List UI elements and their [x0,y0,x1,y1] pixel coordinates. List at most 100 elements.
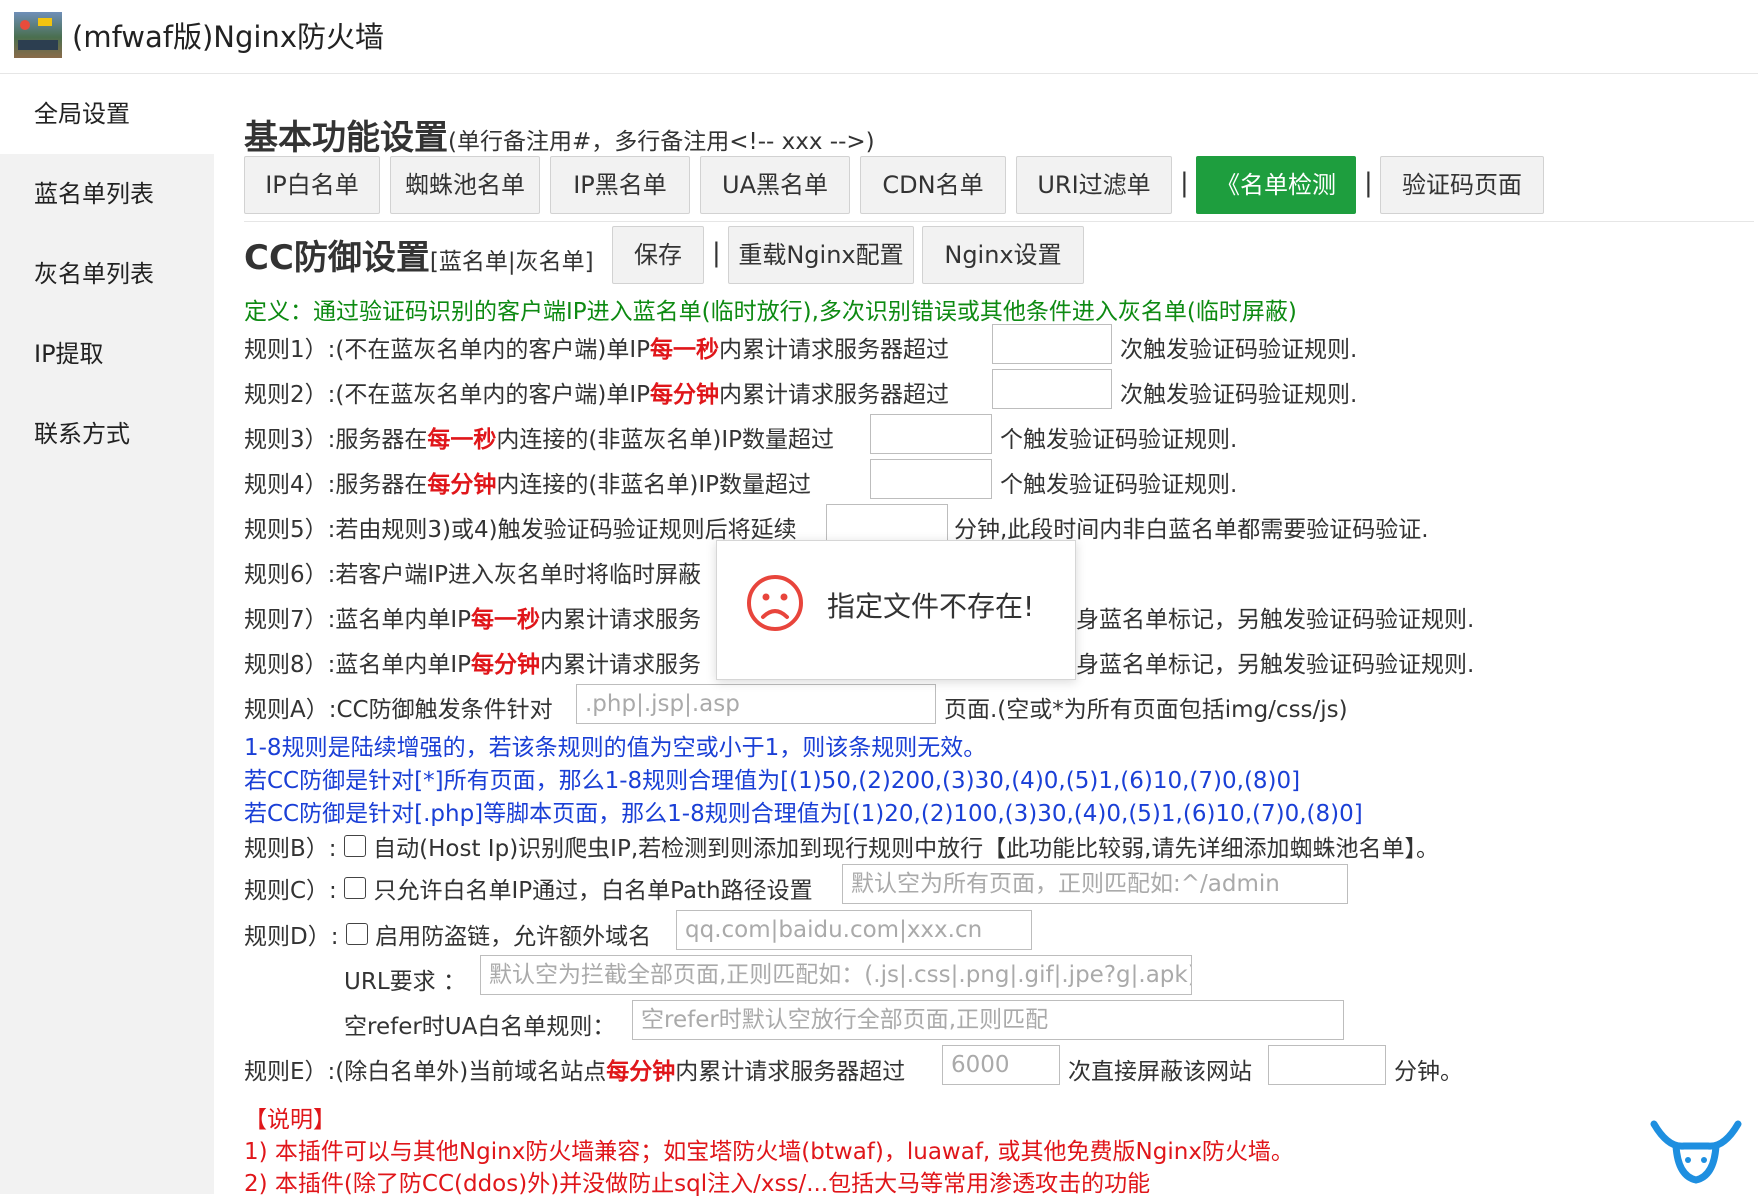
rule-2: 规则2）:(不在蓝灰名单内的客户端)单IP每分钟内累计请求服务器超过 [244,375,949,409]
sidebar-item-global-settings[interactable]: 全局设置 [0,74,214,154]
rule-8-text: 内累计请求服务 [540,652,702,678]
tab-cdn-list[interactable]: CDN名单 [860,156,1006,214]
tab-list-detection[interactable]: 《名单检测 [1196,156,1356,214]
rule-b: 规则B）: 自动(Host Ip)识别爬虫IP,若检测到则添加到现行规则中放行【… [244,829,1439,863]
tab-spider-pool[interactable]: 蜘蛛池名单 [390,156,540,214]
explain-line-2: 2) 本插件(除了防CC(ddos)外)并没做防止sql注入/xss/...包括… [244,1171,1151,1197]
note-3: 若CC防御是针对[.php]等脚本页面，那么1-8规则合理值为[(1)20,(2… [244,801,1363,827]
note-2: 若CC防御是针对[*]所有页面，那么1-8规则合理值为[(1)50,(2)200… [244,768,1301,794]
rule-4: 规则4）:服务器在每分钟内连接的(非蓝名单)IP数量超过 [244,465,811,499]
rule-4-highlight: 每分钟 [427,472,497,498]
rule-a-input[interactable]: .php|.jsp|.asp [576,684,936,724]
title-bar: (mfwaf版)Nginx防火墙 [0,0,1758,74]
rule-3-label: 规则3）:服务器在 [244,427,428,453]
rule-1-suffix: 次触发验证码验证规则. [1120,337,1358,363]
rule-1-input[interactable] [992,324,1112,364]
rule-6-label: 规则6）:若客户端IP进入灰名单时将临时屏蔽 [244,562,702,588]
rule-4-text: 内连接的(非蓝名单)IP数量超过 [496,472,811,498]
section-cc-heading: CC防御设置[蓝名单|灰名单] [244,230,594,279]
app-title: (mfwaf版)Nginx防火墙 [72,20,384,54]
rule-8: 规则8）:蓝名单内单IP每分钟内累计请求服务 [244,645,701,679]
rule-2-input[interactable] [992,369,1112,409]
rule-b-text: 自动(Host Ip)识别爬虫IP,若检测到则添加到现行规则中放行【此功能比较弱… [373,836,1439,862]
sidebar-item-contact[interactable]: 联系方式 [0,394,214,474]
explain-title: 【说明】 [244,1107,336,1133]
sidebar: 全局设置 蓝名单列表 灰名单列表 IP提取 联系方式 [0,74,214,1194]
tab-captcha-page[interactable]: 验证码页面 [1380,156,1544,214]
rule-d-url-label: URL要求 ： [344,969,466,995]
rule-5-input[interactable] [826,504,948,544]
rule-d-ua-input[interactable]: 空refer时默认空放行全部页面,正则匹配 [632,1000,1344,1040]
tab-ip-blacklist[interactable]: IP黑名单 [550,156,690,214]
tab-uri-filter[interactable]: URI过滤单 [1016,156,1172,214]
sidebar-item-blue-list[interactable]: 蓝名单列表 [0,154,214,234]
rule-5-suffix: 分钟,此段时间内非白蓝名单都需要验证码验证. [954,517,1429,543]
rule-e-mid: 次直接屏蔽该网站 [1068,1059,1252,1085]
tab-separator: | [1364,168,1373,198]
rule-b-checkbox[interactable] [343,834,366,857]
rule-e-label: 规则E）:(除白名单外)当前域名站点 [244,1059,607,1085]
rule-1-highlight: 每一秒 [649,337,719,363]
rule-7-label: 规则7）:蓝名单内单IP [244,607,472,633]
rule-d-label: 规则D）: [244,924,339,950]
sad-face-icon [747,575,803,631]
rule-e: 规则E）:(除白名单外)当前域名站点每分钟内累计请求服务器超过 [244,1052,905,1086]
rule-3-text: 内连接的(非蓝灰名单)IP数量超过 [496,427,834,453]
tab-ip-whitelist[interactable]: IP白名单 [244,156,380,214]
nginx-settings-button[interactable]: Nginx设置 [922,226,1084,284]
note-1: 1-8规则是陆续增强的，若该条规则的值为空或小于1，则该条规则无效。 [244,735,987,761]
rule-c-checkbox[interactable] [344,876,367,899]
section-basic-title: 基本功能设置 [244,118,448,158]
rule-4-suffix: 个触发验证码验证规则. [1000,472,1238,498]
rule-8-suffix: 身蓝名单标记，另触发验证码验证规则. [1076,652,1475,678]
rule-2-suffix: 次触发验证码验证规则. [1120,382,1358,408]
rule-d-checkbox[interactable] [345,922,368,945]
rule-c-label: 规则C）: [244,878,337,904]
rule-1-label: 规则1）:(不在蓝灰名单内的客户端)单IP [244,337,650,363]
rule-a-label: 规则A）:CC防御触发条件针对 [244,697,553,723]
sidebar-item-gray-list[interactable]: 灰名单列表 [0,234,214,314]
rule-d-text: 启用防盗链，允许额外域名 [375,924,652,950]
rule-7-suffix: 身蓝名单标记，另触发验证码验证规则. [1076,607,1475,633]
rule-a-suffix: 页面.(空或*为所有页面包括img/css/js) [944,697,1348,723]
rule-c-text: 只允许白名单IP通过，白名单Path路径设置 [373,878,813,904]
toast-message: 指定文件不存在! [827,590,1035,623]
error-toast: 指定文件不存在! [716,540,1076,680]
rule-d: 规则D）: 启用防盗链，允许额外域名 [244,917,651,951]
rule-3: 规则3）:服务器在每一秒内连接的(非蓝灰名单)IP数量超过 [244,420,834,454]
section-cc-note: [蓝名单|灰名单] [429,249,594,275]
definition-text: 定义：通过验证码识别的客户端IP进入蓝名单(临时放行),多次识别错误或其他条件进… [244,299,1297,325]
rule-d-url-input[interactable]: 默认空为拦截全部页面,正则匹配如：(.js|.css|.png|.gif|.jp… [480,955,1192,995]
rule-1-text: 内累计请求服务器超过 [718,337,949,363]
save-button[interactable]: 保存 [612,226,704,284]
section-basic-note: (单行备注用#，多行备注用<!-- xxx -->) [448,129,875,155]
rule-e-text: 内累计请求服务器超过 [675,1059,906,1085]
rule-4-label: 规则4）:服务器在 [244,472,428,498]
reload-nginx-button[interactable]: 重载Nginx配置 [728,226,914,284]
rule-3-highlight: 每一秒 [427,427,497,453]
rule-c-path-input[interactable]: 默认空为所有页面，正则匹配如:^/admin [842,864,1348,904]
rule-e-highlight: 每分钟 [606,1059,676,1085]
rule-e-requests-input[interactable]: 6000 [942,1045,1060,1085]
rule-3-input[interactable] [870,414,992,454]
rule-d-domain-input[interactable]: qq.com|baidu.com|xxx.cn [676,910,1032,950]
brand-logo-icon [1650,1120,1742,1184]
app-logo-icon [14,12,62,58]
rule-2-label: 规则2）:(不在蓝灰名单内的客户端)单IP [244,382,650,408]
sidebar-item-ip-extract[interactable]: IP提取 [0,314,214,394]
rule-d-ua-label: 空refer时UA白名单规则： [344,1014,616,1040]
rule-3-suffix: 个触发验证码验证规则. [1000,427,1238,453]
rule-4-input[interactable] [870,459,992,499]
rule-2-text: 内累计请求服务器超过 [718,382,949,408]
tab-ua-blacklist[interactable]: UA黑名单 [700,156,850,214]
rule-7-highlight: 每一秒 [471,607,541,633]
rule-c: 规则C）: 只允许白名单IP通过，白名单Path路径设置 [244,871,813,905]
rule-7: 规则7）:蓝名单内单IP每一秒内累计请求服务 [244,600,701,634]
explain-line-1: 1) 本插件可以与其他Nginx防火墙兼容；如宝塔防火墙(btwaf)，luaw… [244,1139,1294,1165]
divider [244,221,1754,222]
rule-e-minutes-input[interactable] [1268,1045,1386,1085]
rule-b-label: 规则B）: [244,836,337,862]
rule-8-label: 规则8）:蓝名单内单IP [244,652,472,678]
rule-5-label: 规则5）:若由规则3)或4)触发验证码验证规则后将延续 [244,517,797,543]
rule-1: 规则1）:(不在蓝灰名单内的客户端)单IP每一秒内累计请求服务器超过 [244,330,949,364]
